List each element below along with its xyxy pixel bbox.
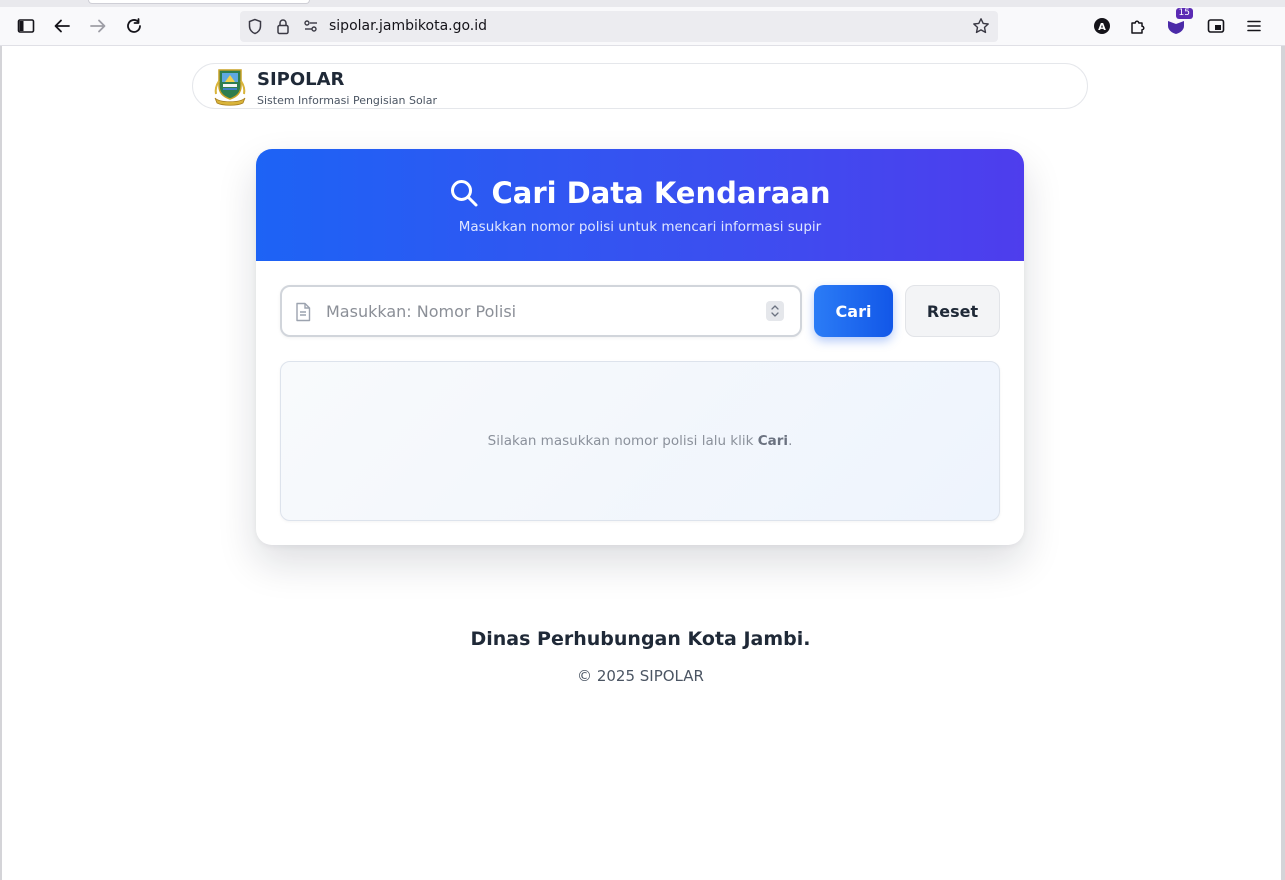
- bookmark-star-icon[interactable]: [972, 17, 990, 35]
- site-title: SIPOLAR: [257, 69, 345, 90]
- search-icon: [449, 178, 479, 208]
- tab-strip: [0, 0, 1285, 7]
- result-hint-suffix: .: [788, 433, 793, 449]
- site-header: SIPOLAR Sistem Informasi Pengisian Solar: [192, 63, 1088, 109]
- window-frame-right: [1281, 46, 1285, 880]
- extension-badge: 15: [1175, 8, 1193, 19]
- search-card-header: Cari Data Kendaraan Masukkan nomor polis…: [256, 149, 1024, 261]
- svg-text:A: A: [1098, 22, 1106, 33]
- card-title: Cari Data Kendaraan: [491, 176, 831, 210]
- footer-agency: Dinas Perhubungan Kota Jambi.: [470, 628, 811, 650]
- site-subtitle: Sistem Informasi Pengisian Solar: [257, 94, 437, 107]
- picture-in-picture-icon[interactable]: [1202, 13, 1230, 39]
- card-subtitle: Masukkan nomor polisi untuk mencari info…: [458, 219, 822, 235]
- extensions-puzzle-icon[interactable]: [1124, 13, 1152, 39]
- shield-icon[interactable]: [246, 17, 264, 35]
- lock-icon[interactable]: [274, 17, 292, 35]
- forward-icon[interactable]: [84, 13, 112, 39]
- active-tab[interactable]: [88, 0, 310, 4]
- result-hint-strong: Cari: [757, 433, 789, 449]
- account-icon[interactable]: A: [1088, 13, 1116, 39]
- document-icon: [294, 302, 312, 322]
- result-panel: Silakan masukkan nomor polisi lalu klik …: [280, 361, 1000, 521]
- search-card: Cari Data Kendaraan Masukkan nomor polis…: [256, 149, 1024, 545]
- menu-hamburger-icon[interactable]: [1240, 13, 1268, 39]
- window-frame-left: [0, 46, 2, 880]
- browser-toolbar: sipolar.jambikota.go.id A 15: [0, 7, 1285, 46]
- reset-button[interactable]: Reset: [905, 285, 1000, 337]
- search-button[interactable]: Cari: [814, 285, 893, 337]
- result-hint-prefix: Silakan masukkan nomor polisi lalu klik: [487, 433, 758, 449]
- sidebar-toggle-icon[interactable]: [12, 13, 40, 39]
- permissions-icon[interactable]: [302, 17, 320, 35]
- city-emblem-logo[interactable]: [213, 66, 247, 108]
- url-text[interactable]: sipolar.jambikota.go.id: [329, 18, 487, 34]
- result-hint: Silakan masukkan nomor polisi lalu klik …: [488, 433, 793, 449]
- reload-icon[interactable]: [120, 13, 148, 39]
- plate-number-field[interactable]: [280, 285, 802, 337]
- selector-chevrons-icon[interactable]: [766, 301, 784, 321]
- extension-shield-icon[interactable]: 15: [1162, 8, 1193, 39]
- footer-copyright: © 2025 SIPOLAR: [577, 667, 704, 685]
- back-icon[interactable]: [48, 13, 76, 39]
- address-bar[interactable]: sipolar.jambikota.go.id: [240, 11, 998, 42]
- plate-number-input[interactable]: [326, 297, 746, 325]
